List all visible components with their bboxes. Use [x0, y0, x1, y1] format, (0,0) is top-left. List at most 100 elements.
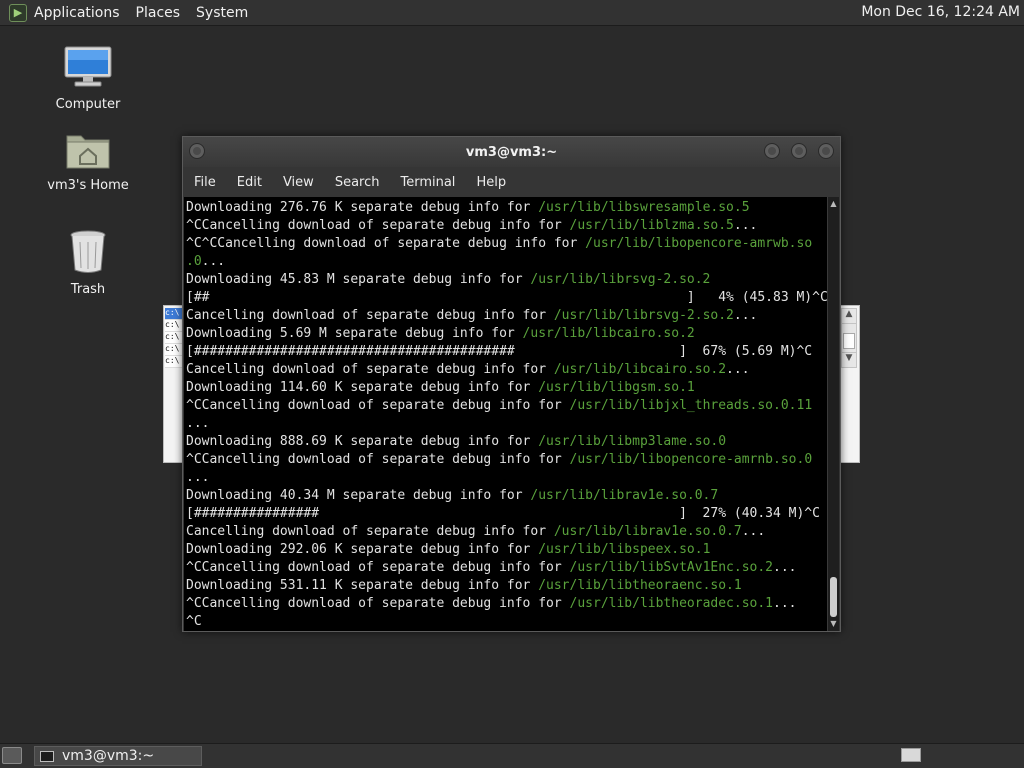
close-button[interactable] [818, 143, 834, 159]
terminal-line-text: ^C^CCancelling download of separate debu… [186, 236, 586, 251]
terminal-line-text: Downloading 531.11 K separate debug info… [186, 578, 539, 593]
top-panel: ▶ Applications Places System Mon Dec 16,… [0, 0, 1024, 26]
terminal-line-text: ^CCancelling download of separate debug … [186, 452, 570, 467]
terminal-line-text: Cancelling download of separate debug in… [186, 308, 554, 323]
terminal-line-suffix: ... [733, 218, 758, 233]
terminal-line: Cancelling download of separate debug in… [186, 361, 828, 379]
terminal-line-text: [## ] 4% (45.83 M)^C [186, 290, 828, 305]
terminal-line: Downloading 276.76 K separate debug info… [186, 199, 828, 217]
terminal-line: Downloading 114.60 K separate debug info… [186, 379, 828, 397]
terminal-line: ^CCancelling download of separate debug … [186, 397, 828, 415]
scroll-down-icon[interactable]: ▼ [842, 352, 856, 367]
terminal-line-text: ... [186, 416, 210, 431]
menu-view[interactable]: View [283, 175, 314, 190]
terminal-line: ^CCancelling download of separate debug … [186, 217, 828, 235]
terminal-line-path: /usr/lib/liblzma.so.5 [569, 218, 734, 233]
menu-system[interactable]: System [196, 5, 248, 21]
scroll-down-icon[interactable]: ▼ [828, 619, 839, 629]
terminal-lines: Downloading 276.76 K separate debug info… [186, 199, 828, 631]
terminal-menubar: File Edit View Search Terminal Help [183, 168, 840, 196]
terminal-line-text: Downloading 45.83 M separate debug info … [186, 272, 531, 287]
terminal-line-path: /usr/lib/libcairo.so.2 [522, 326, 695, 341]
terminal-line-suffix: ... [201, 254, 226, 269]
background-window-scrollbar[interactable]: ▲ ▼ [841, 308, 857, 368]
applications-logo-icon[interactable]: ▶ [9, 3, 27, 22]
terminal-line-path: .0 [186, 254, 202, 269]
terminal-line-path: /usr/lib/libjxl_threads.so.0.11 [569, 398, 813, 413]
maximize-button[interactable] [791, 143, 807, 159]
desktop-icon-home[interactable]: vm3's Home [38, 128, 138, 193]
terminal-line: [## ] 4% (45.83 M)^C [186, 289, 828, 307]
terminal-line: Cancelling download of separate debug in… [186, 307, 828, 325]
computer-icon [64, 46, 112, 87]
terminal-line: ^CCancelling download of separate debug … [186, 595, 828, 613]
menu-terminal[interactable]: Terminal [400, 175, 455, 190]
terminal-line: Downloading 888.69 K separate debug info… [186, 433, 828, 451]
terminal-line-text: Downloading 276.76 K separate debug info… [186, 200, 539, 215]
bottom-panel: vm3@vm3:~ [0, 743, 1024, 768]
terminal-line-text: Downloading 40.34 M separate debug info … [186, 488, 531, 503]
terminal-line-text: ^C [186, 614, 202, 629]
terminal-icon [40, 750, 54, 762]
terminal-line: Downloading 45.83 M separate debug info … [186, 271, 828, 289]
terminal-line-text: Cancelling download of separate debug in… [186, 362, 554, 377]
terminal-line: Downloading 5.69 M separate debug info f… [186, 325, 828, 343]
terminal-line-path: /usr/lib/libSvtAv1Enc.so.2 [569, 560, 774, 575]
terminal-line-text: [################ ] 27% (40.34 M)^C [186, 506, 820, 521]
terminal-line: ... [186, 469, 828, 487]
window-menu-button[interactable] [189, 143, 205, 159]
terminal-line-path: /usr/lib/libtheoraenc.so.1 [538, 578, 742, 593]
terminal-line: Cancelling download of separate debug in… [186, 523, 828, 541]
menu-file[interactable]: File [194, 175, 216, 190]
terminal-line: ^CCancelling download of separate debug … [186, 559, 828, 577]
terminal-line-path: /usr/lib/libspeex.so.1 [538, 542, 711, 557]
terminal-line-path: /usr/lib/libcairo.so.2 [553, 362, 727, 377]
menu-applications[interactable]: Applications [34, 5, 120, 21]
trash-icon [70, 230, 106, 273]
terminal-line: ^CCancelling download of separate debug … [186, 451, 828, 469]
clock[interactable]: Mon Dec 16, 12:24 AM [861, 4, 1020, 20]
terminal-line-path: /usr/lib/librsvg-2.so.2 [530, 272, 711, 287]
desktop-icon-trash[interactable]: Trash [38, 228, 138, 297]
show-desktop-icon[interactable] [2, 747, 22, 764]
terminal-line-path: /usr/lib/libgsm.so.1 [538, 380, 695, 395]
menu-places[interactable]: Places [136, 5, 181, 21]
terminal-titlebar[interactable]: vm3@vm3:~ [183, 137, 840, 167]
scroll-up-icon[interactable]: ▲ [828, 199, 839, 209]
home-folder-icon [66, 135, 110, 169]
terminal-line: Downloading 40.34 M separate debug info … [186, 487, 828, 505]
terminal-line: .0... [186, 253, 828, 271]
minimize-button[interactable] [764, 143, 780, 159]
terminal-line-text: [#######################################… [186, 344, 813, 359]
scrollbar-thumb[interactable] [830, 577, 837, 617]
terminal-line-suffix: ... [733, 308, 758, 323]
terminal-line-text: Downloading 292.06 K separate debug info… [186, 542, 539, 557]
terminal-output[interactable]: Downloading 276.76 K separate debug info… [184, 197, 828, 631]
desktop-icon-label: Trash [70, 282, 106, 297]
terminal-line-text: ^CCancelling download of separate debug … [186, 560, 570, 575]
terminal-window[interactable]: vm3@vm3:~ File Edit View Search Terminal… [182, 136, 841, 632]
workspace-switcher[interactable] [901, 748, 921, 762]
terminal-line-suffix: ... [773, 560, 797, 575]
terminal-line-suffix: ... [773, 596, 797, 611]
terminal-line-text: Cancelling download of separate debug in… [186, 524, 554, 539]
menu-search[interactable]: Search [335, 175, 380, 190]
desktop-icon-label: Computer [55, 97, 121, 112]
terminal-line-suffix: ... [726, 362, 750, 377]
terminal-line-path: /usr/lib/libmp3lame.so.0 [538, 434, 727, 449]
terminal-line: Downloading 292.06 K separate debug info… [186, 541, 828, 559]
menu-help[interactable]: Help [476, 175, 506, 190]
menu-edit[interactable]: Edit [237, 175, 262, 190]
taskbar-item-terminal[interactable]: vm3@vm3:~ [34, 746, 202, 766]
desktop-icon-label: vm3's Home [47, 178, 129, 193]
scrollbar-thumb[interactable] [843, 333, 855, 349]
terminal-line-text: Downloading 114.60 K separate debug info… [186, 380, 539, 395]
terminal-line-suffix: ... [741, 524, 766, 539]
terminal-scrollbar[interactable]: ▲ ▼ [827, 197, 839, 631]
scroll-up-icon[interactable]: ▲ [842, 309, 856, 324]
terminal-line-text: Downloading 888.69 K separate debug info… [186, 434, 539, 449]
terminal-line-path: /usr/lib/libopencore-amrwb.so [585, 236, 813, 251]
terminal-line-path: /usr/lib/librsvg-2.so.2 [553, 308, 734, 323]
desktop-icon-computer[interactable]: Computer [38, 45, 138, 112]
terminal-line-path: /usr/lib/libtheoradec.so.1 [569, 596, 774, 611]
